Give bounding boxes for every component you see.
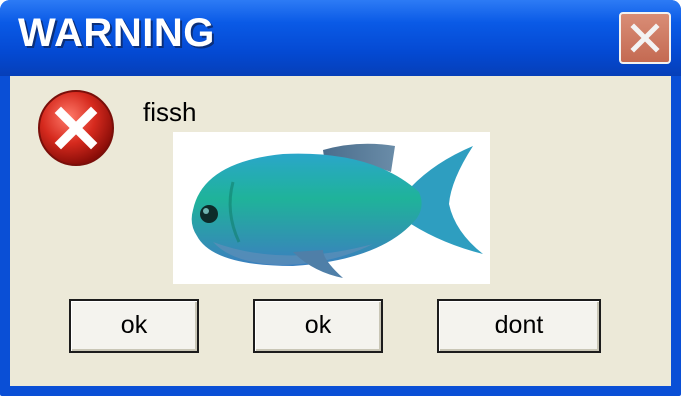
error-icon [38,90,114,166]
close-icon [630,23,660,53]
title-bar[interactable]: WARNING [0,0,681,76]
fish-illustration [191,143,483,278]
close-button[interactable] [619,12,671,64]
dialog-body: fissh ok ok dont [10,76,671,386]
ok-button-2[interactable]: ok [253,299,383,353]
dialog-title: WARNING [18,11,215,55]
dialog-message: fissh [143,97,197,127]
warning-dialog: WARNING fissh ok ok dont [0,0,681,396]
fish-image [173,132,490,284]
ok-button-1[interactable]: ok [69,299,199,353]
dont-button[interactable]: dont [437,299,601,353]
